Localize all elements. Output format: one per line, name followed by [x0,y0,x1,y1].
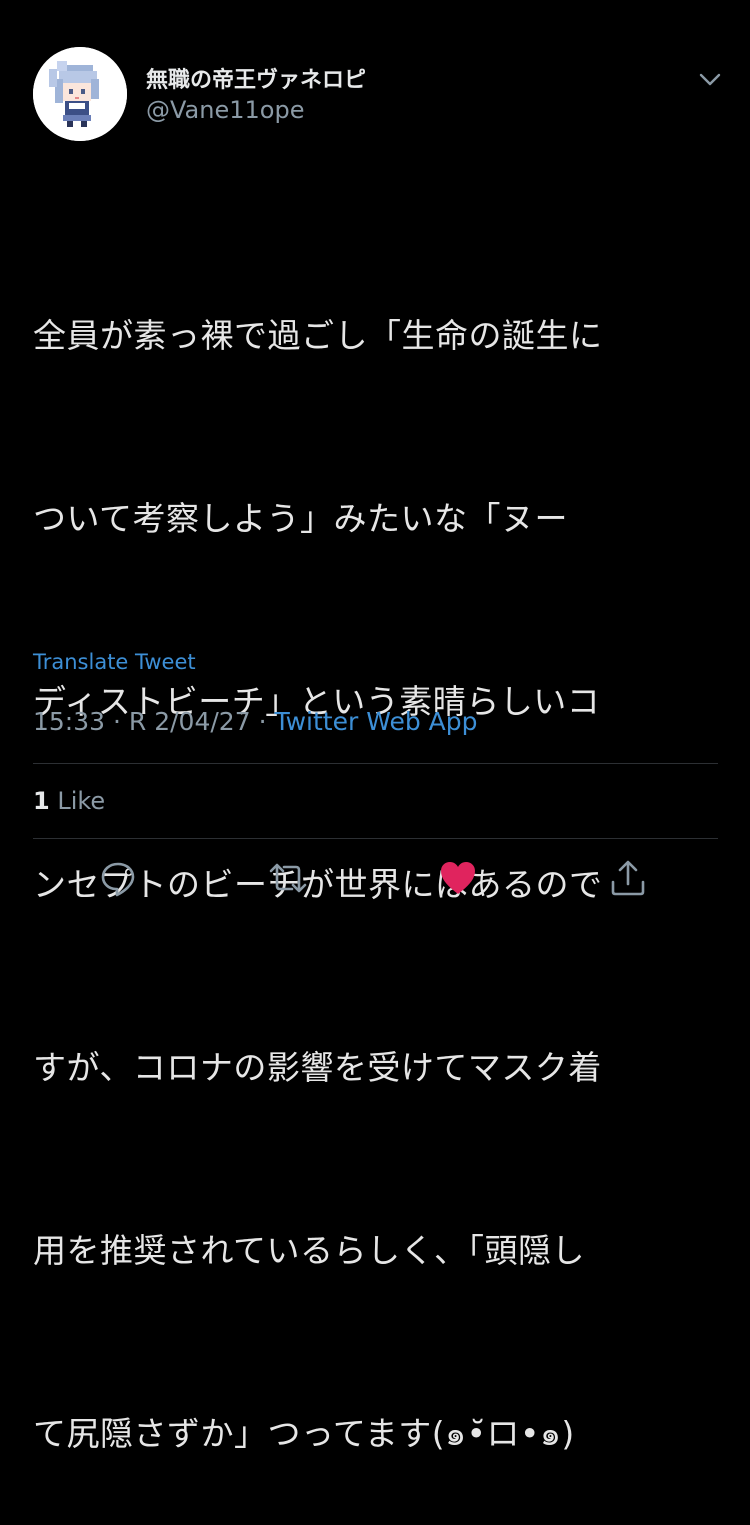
share-icon[interactable] [608,858,648,898]
retweet-icon[interactable] [268,858,308,898]
tweet-text-line: 用を推奨されているらしく、「頭隠し [33,1231,586,1270]
tweet-text-line: て尻隠さずか」つってます(๑•̆ロ•๑) [33,1414,575,1453]
tweet-text-line: すが、コロナの影響を受けてマスク着 [33,1048,602,1087]
tweet-header: 無職の帝王ヴァネロピ @Vane11ope [33,44,723,144]
avatar[interactable] [33,47,127,141]
pixel-art-avatar [33,47,127,141]
divider [33,838,718,839]
user-handle[interactable]: @Vane11ope [146,96,304,124]
display-name[interactable]: 無職の帝王ヴァネロピ [146,62,366,94]
tweet-actions [0,858,750,906]
like-count-label: Like [57,787,106,815]
tweet-source-link[interactable]: Twitter Web App [274,707,477,736]
tweet-text-line: 全員が素っ裸で過ごし「生命の誕生に [33,316,603,355]
meta-separator: · [258,707,267,736]
translate-tweet-link[interactable]: Translate Tweet [33,650,196,674]
like-count-row[interactable]: 1 Like [33,787,105,815]
tweet-text: 全員が素っ裸で過ごし「生命の誕生に ついて考察しよう」みたいな「ヌー ディストビ… [33,183,723,1525]
tweet-meta: 15:33 · R 2/04/27 · Twitter Web App [33,707,478,736]
like-count: 1 [33,787,50,815]
divider [33,763,718,764]
tweet-text-line: ついて考察しよう」みたいな「ヌー [33,499,569,538]
tweet-date: R 2/04/27 [128,707,251,736]
reply-icon[interactable] [98,858,138,898]
chevron-down-icon[interactable] [697,66,723,92]
tweet-time: 15:33 [33,707,106,736]
heart-icon[interactable] [438,858,478,898]
meta-separator: · [113,707,121,736]
